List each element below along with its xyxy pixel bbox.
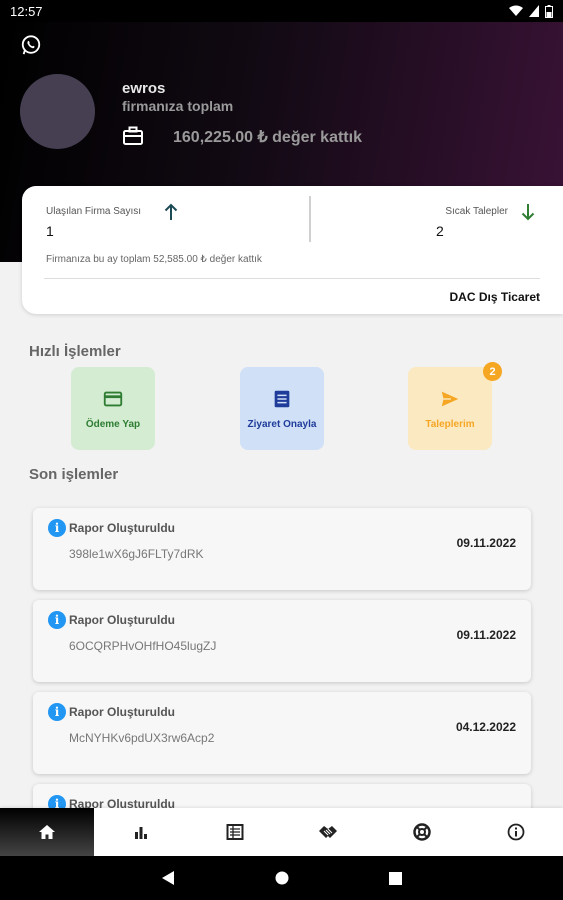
- recent-title: Son işlemler: [29, 466, 119, 483]
- card-divider: [44, 278, 540, 279]
- total-value: 160,225.00 ₺ değer kattık: [173, 129, 362, 146]
- nav-statistics[interactable]: [94, 808, 188, 856]
- system-nav-bar: [0, 856, 563, 900]
- info-icon: i: [48, 703, 66, 721]
- nav-deals[interactable]: [281, 808, 375, 856]
- transaction-title: Rapor Oluşturuldu: [69, 705, 175, 719]
- my-requests-label: Taleplerim: [425, 418, 475, 430]
- transaction-title: Rapor Oluşturuldu: [69, 521, 175, 535]
- transaction-code: McNYHKv6pdUX3rw6Acp2: [69, 731, 215, 745]
- recents-icon[interactable]: [389, 871, 402, 885]
- reached-companies-value: 1: [46, 223, 54, 239]
- hot-requests-value: 2: [436, 223, 444, 239]
- send-icon: [441, 391, 459, 406]
- bar-chart-icon: [134, 827, 147, 839]
- whatsapp-icon[interactable]: [20, 34, 42, 56]
- stats-card: Ulaşılan Firma Sayısı 1 Sıcak Talepler 2…: [22, 186, 563, 314]
- info-icon: i: [48, 519, 66, 537]
- arrow-up-icon: [164, 203, 178, 220]
- transaction-card[interactable]: i Rapor Oluşturuldu McNYHKv6pdUX3rw6Acp2…: [33, 692, 531, 774]
- stats-divider: [309, 196, 311, 242]
- arrow-down-icon: [521, 204, 535, 221]
- bottom-nav: [0, 808, 563, 856]
- quick-actions-title: Hızlı İşlemler: [29, 343, 121, 360]
- home-icon: [38, 825, 55, 839]
- status-icons: [509, 4, 553, 18]
- battery-icon: [545, 4, 553, 18]
- my-requests-button[interactable]: Taleplerim: [408, 367, 492, 450]
- wifi-icon: [509, 5, 523, 16]
- list-icon: [274, 390, 290, 407]
- info-icon: [507, 823, 525, 841]
- avatar[interactable]: [20, 74, 95, 149]
- status-bar: 12:57: [0, 0, 563, 22]
- transaction-card[interactable]: i Rapor Oluşturuldu 6OCQRPHvOHfHO45lugZJ…: [33, 600, 531, 682]
- nav-home[interactable]: [0, 808, 94, 856]
- transaction-title: Rapor Oluşturuldu: [69, 613, 175, 627]
- transaction-code: 398le1wX6gJ6FLTy7dRK: [69, 547, 204, 561]
- report-icon: [226, 824, 244, 840]
- hot-requests-label: Sıcak Talepler: [445, 206, 508, 217]
- support-icon: [413, 823, 431, 841]
- status-time: 12:57: [10, 3, 43, 19]
- requests-badge: 2: [483, 362, 502, 381]
- monthly-value-text: Firmanıza bu ay toplam 52,585.00 ₺ değer…: [46, 254, 262, 265]
- handshake-icon: [319, 826, 338, 838]
- transaction-card[interactable]: i Rapor Oluşturuldu 398le1wX6gJ6FLTy7dRK…: [33, 508, 531, 590]
- transaction-date: 09.11.2022: [456, 628, 516, 642]
- confirm-visit-label: Ziyaret Onayla: [247, 418, 317, 430]
- nav-reports[interactable]: [188, 808, 282, 856]
- pay-button[interactable]: Ödeme Yap: [71, 367, 155, 450]
- reached-companies-label: Ulaşılan Firma Sayısı: [46, 206, 142, 217]
- company-name: DAC Dış Ticaret: [449, 290, 540, 304]
- home-circle-icon[interactable]: [275, 871, 289, 885]
- back-icon[interactable]: [161, 870, 175, 886]
- nav-support[interactable]: [375, 808, 469, 856]
- transaction-date: 04.12.2022: [455, 720, 516, 734]
- transaction-date: 09.11.2022: [456, 536, 516, 550]
- nav-info[interactable]: [469, 808, 563, 856]
- confirm-visit-button[interactable]: Ziyaret Onayla: [240, 367, 324, 450]
- profile-subtitle: firmanıza toplam: [122, 98, 234, 114]
- signal-icon: [529, 5, 539, 17]
- briefcase-icon: [123, 126, 143, 145]
- credit-card-icon: [103, 391, 123, 406]
- transaction-code: 6OCQRPHvOHfHO45lugZJ: [69, 639, 217, 653]
- profile-name: ewros: [122, 80, 166, 97]
- pay-button-label: Ödeme Yap: [85, 418, 141, 430]
- info-icon: i: [48, 611, 66, 629]
